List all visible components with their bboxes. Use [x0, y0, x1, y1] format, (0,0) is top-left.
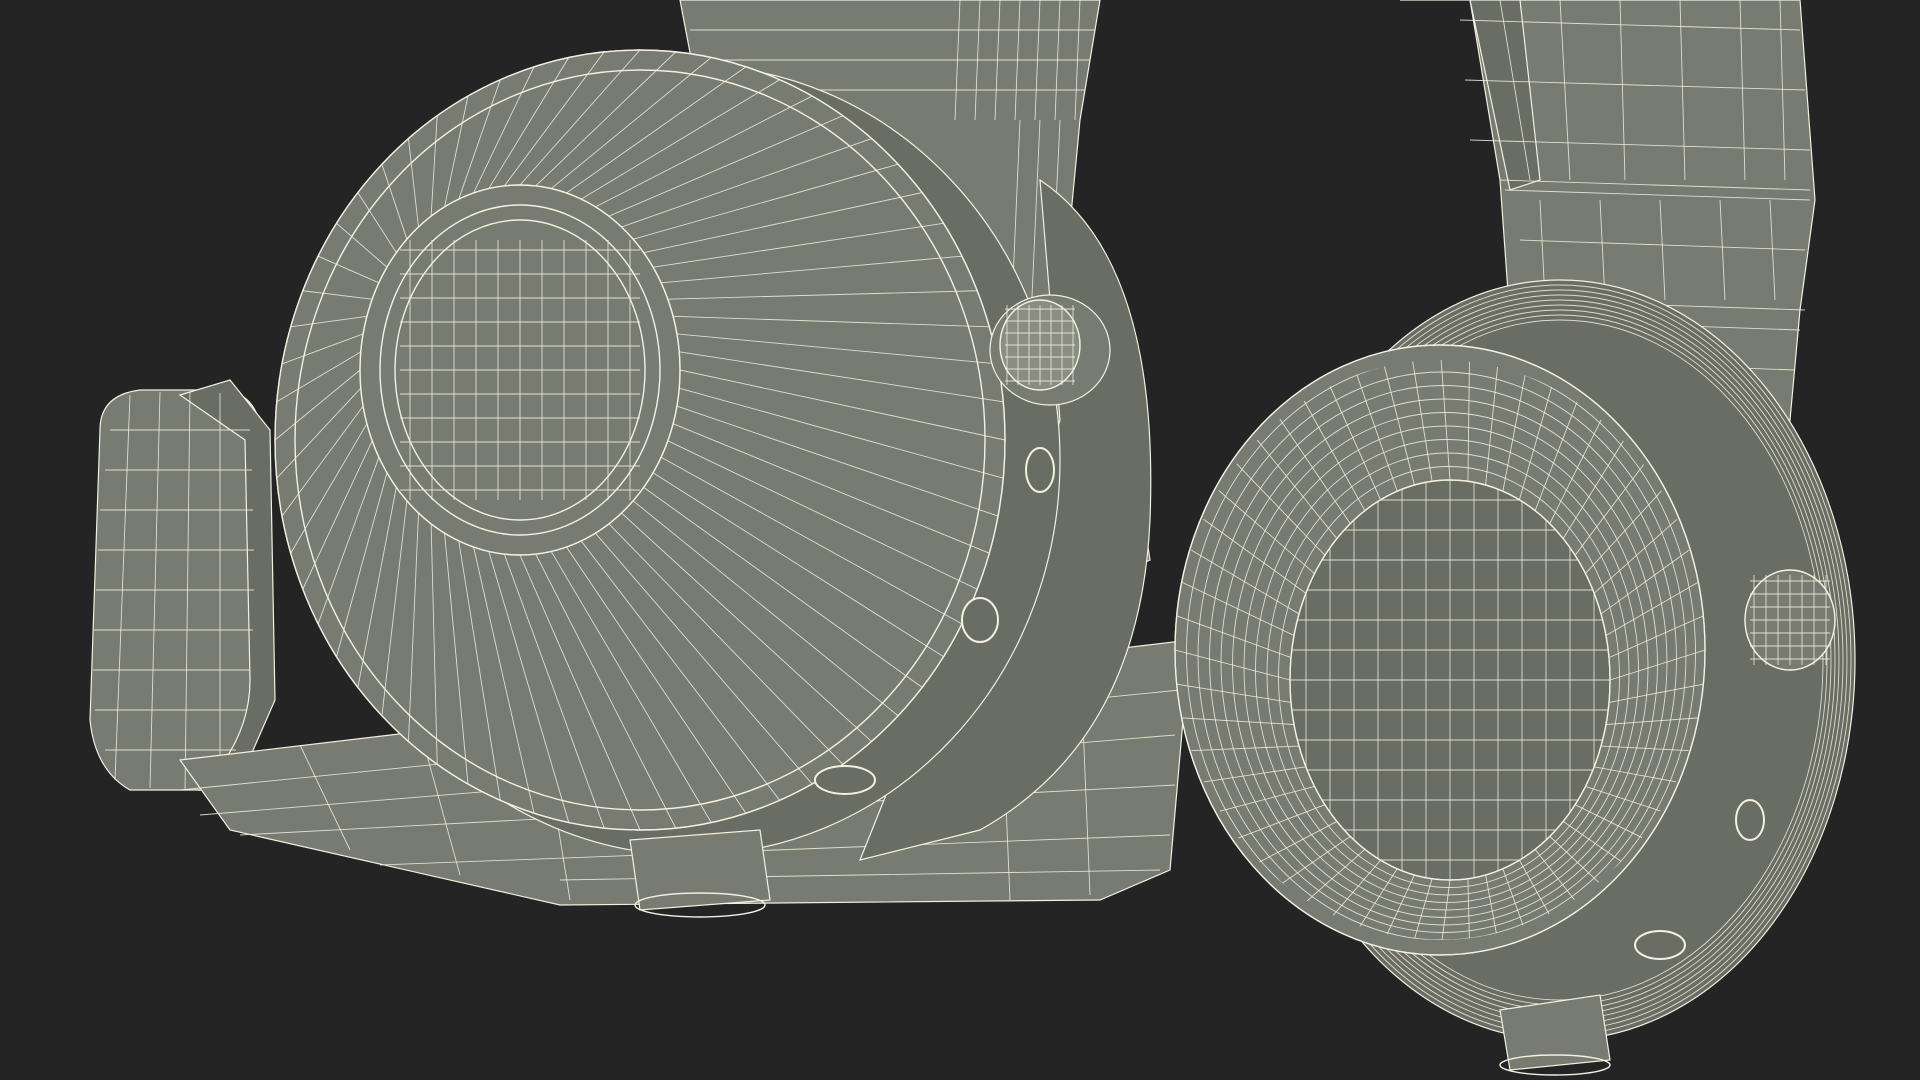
wireframe-render [89, 0, 1856, 1076]
left-pivot-knob [989, 294, 1111, 406]
right-cup-hole-1 [1735, 799, 1765, 841]
right-pivot-knob [1744, 569, 1836, 671]
right-bottom-knob [1499, 994, 1611, 1076]
left-cup-hole-1 [1025, 447, 1055, 493]
right-ear-pad [1174, 344, 1706, 956]
left-bottom-knob [629, 829, 771, 918]
right-cup-hole-2 [1634, 930, 1686, 960]
left-cup-hole-2 [961, 597, 999, 643]
left-cup-hole-3 [814, 765, 876, 795]
wireframe-viewport [0, 0, 1920, 1080]
left-hinge-block [89, 379, 276, 792]
